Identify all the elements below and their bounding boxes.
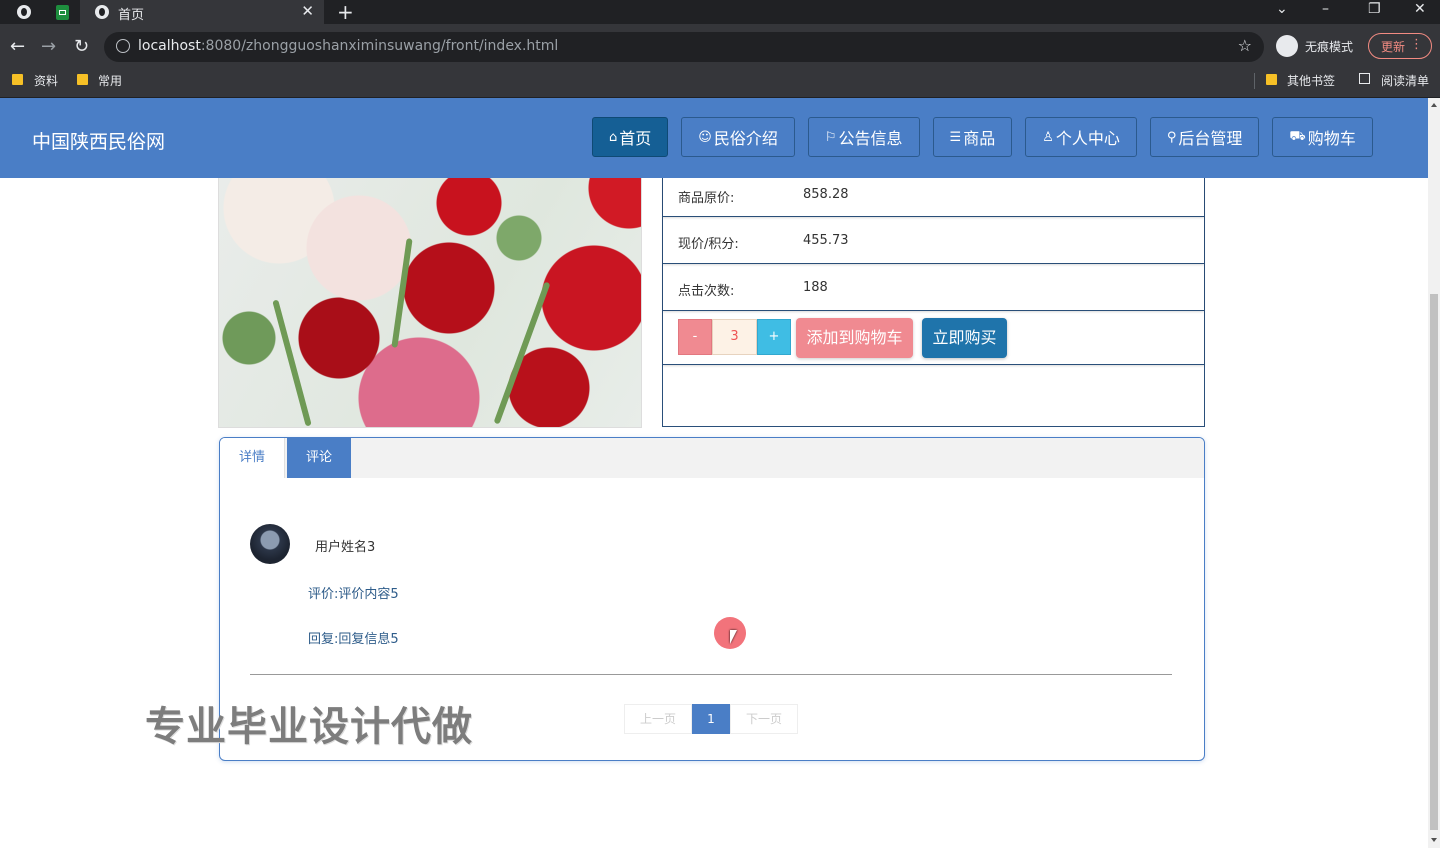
- main-nav: ⌂ 首页 ☺ 民俗介绍 ⚐ 公告信息 ☰ 商品 ♙ 个人中心 ⚲ 后台管理 ⛟ 购物车: [592, 117, 1373, 157]
- clicks-row: 点击次数: 188: [663, 264, 1204, 311]
- current-price-row: 现价/积分: 455.73: [663, 217, 1204, 264]
- flower-stem: [391, 238, 413, 348]
- tab-title: 首页: [118, 8, 145, 23]
- tab-details[interactable]: 详情: [220, 438, 285, 478]
- reload-icon[interactable]: ↻: [74, 36, 89, 57]
- minimize-icon[interactable]: –: [1322, 1, 1329, 17]
- browser-tab-strip: 首页 ✕ + ⌄ – ❐ ✕: [0, 0, 1440, 24]
- comment-username: 用户姓名3: [315, 540, 376, 555]
- home-icon: ⌂: [609, 129, 618, 145]
- scroll-thumb[interactable]: [1430, 294, 1438, 830]
- clicks-value: 188: [803, 280, 828, 295]
- browser-tab[interactable]: 首页 ✕: [80, 0, 324, 24]
- site-header: 中国陕西民俗网 ⌂ 首页 ☺ 民俗介绍 ⚐ 公告信息 ☰ 商品 ♙ 个人中心 ⚲ 后台管理 …: [0, 98, 1428, 178]
- cart-icon: ⛟: [1289, 128, 1306, 144]
- browser-globe-icon: [17, 5, 31, 19]
- reading-list-icon: [1359, 73, 1370, 84]
- url-text: localhost:8080/zhongguoshanximinsuwang/f…: [138, 38, 559, 54]
- quantity-increase-button[interactable]: +: [757, 319, 791, 355]
- new-tab-icon[interactable]: +: [337, 0, 354, 24]
- bookmark-star-icon[interactable]: ☆: [1238, 36, 1252, 55]
- user-icon: ♙: [1042, 129, 1054, 145]
- buy-now-button[interactable]: 立即购买: [922, 318, 1007, 358]
- address-bar[interactable]: localhost:8080/zhongguoshanximinsuwang/f…: [104, 32, 1264, 62]
- link-icon: ⚲: [1166, 129, 1177, 145]
- forward-icon[interactable]: →: [41, 36, 56, 57]
- watermark-text: 专业毕业设计代做: [145, 704, 473, 750]
- palette-icon: ☺: [698, 129, 712, 145]
- list-icon: ☰: [949, 129, 962, 145]
- bookmarks-bar: 资料 常用 其他书签 阅读清单: [0, 70, 1440, 98]
- nav-home[interactable]: ⌂ 首页: [592, 117, 669, 157]
- site-title: 中国陕西民俗网: [32, 131, 166, 153]
- bookmark-ziliao[interactable]: 资料: [34, 72, 58, 89]
- reading-list[interactable]: 阅读清单: [1381, 72, 1429, 89]
- nav-admin[interactable]: ⚲ 后台管理: [1149, 117, 1260, 157]
- tab-globe-icon: [95, 5, 109, 19]
- quantity-input[interactable]: 3: [712, 319, 757, 355]
- product-image: [218, 178, 642, 428]
- comment-reply: 回复:回复信息5: [308, 632, 399, 647]
- incognito-label: 无痕模式: [1305, 40, 1354, 54]
- quantity-decrease-button[interactable]: -: [678, 319, 712, 355]
- page-1-button[interactable]: 1: [692, 704, 730, 734]
- menu-kebab-icon: ⋮: [1410, 37, 1423, 52]
- update-button[interactable]: 更新 ⋮: [1368, 33, 1432, 59]
- next-page-button[interactable]: 下一页: [730, 704, 798, 734]
- restore-icon[interactable]: ❐: [1368, 1, 1381, 17]
- divider: [250, 674, 1172, 675]
- flower-stem: [272, 299, 312, 427]
- nav-profile[interactable]: ♙ 个人中心: [1025, 117, 1137, 157]
- clicks-label: 点击次数:: [678, 284, 735, 299]
- site-info-icon[interactable]: [116, 39, 130, 53]
- sheets-tab-icon[interactable]: [56, 5, 69, 20]
- tab-search-icon[interactable]: ⌄: [1276, 1, 1288, 17]
- tab-close-icon[interactable]: ✕: [301, 2, 314, 20]
- tab-header: 详情 评论: [220, 438, 1204, 478]
- incognito-icon: [1276, 35, 1298, 57]
- mouse-cursor-icon: [730, 630, 737, 644]
- original-price-label: 商品原价:: [678, 191, 735, 206]
- close-window-icon[interactable]: ✕: [1414, 1, 1426, 17]
- original-price-value: 858.28: [803, 187, 849, 202]
- folder-icon: [1266, 74, 1277, 85]
- back-icon[interactable]: ←: [10, 36, 25, 57]
- add-to-cart-button[interactable]: 添加到购物车: [796, 318, 913, 358]
- nav-products[interactable]: ☰ 商品: [932, 117, 1013, 157]
- flag-icon: ⚐: [824, 129, 837, 145]
- scroll-down-icon[interactable]: [1431, 838, 1437, 842]
- folder-icon: [77, 74, 88, 85]
- page-viewport: 中国陕西民俗网 ⌂ 首页 ☺ 民俗介绍 ⚐ 公告信息 ☰ 商品 ♙ 个人中心 ⚲ 后台管理 …: [0, 98, 1428, 848]
- bookmark-separator: [1254, 73, 1255, 89]
- other-bookmarks[interactable]: 其他书签: [1287, 72, 1335, 89]
- comment-review: 评价:评价内容5: [308, 587, 399, 602]
- tab-comments[interactable]: 评论: [287, 438, 351, 478]
- product-info: 商品原价: 858.28 现价/积分: 455.73 点击次数: 188 - 3…: [662, 178, 1205, 427]
- folder-icon: [12, 74, 23, 85]
- nav-announcements[interactable]: ⚐ 公告信息: [807, 117, 920, 157]
- browser-toolbar: ← → ↻ localhost:8080/zhongguoshanximinsu…: [0, 24, 1440, 70]
- nav-cart[interactable]: ⛟ 购物车: [1272, 117, 1373, 157]
- scroll-up-icon[interactable]: [1431, 103, 1437, 107]
- current-price-label: 现价/积分:: [678, 237, 739, 252]
- avatar: [250, 524, 290, 564]
- original-price-row: 商品原价: 858.28: [663, 178, 1204, 217]
- pagination: 上一页 1 下一页: [624, 704, 798, 734]
- nav-folk-intro[interactable]: ☺ 民俗介绍: [681, 117, 795, 157]
- purchase-row: - 3 + 添加到购物车 立即购买: [663, 311, 1204, 365]
- page-scrollbar[interactable]: [1428, 98, 1440, 848]
- prev-page-button[interactable]: 上一页: [624, 704, 692, 734]
- current-price-value: 455.73: [803, 233, 849, 248]
- bookmark-changyong[interactable]: 常用: [98, 72, 122, 89]
- flower-stem: [493, 281, 551, 425]
